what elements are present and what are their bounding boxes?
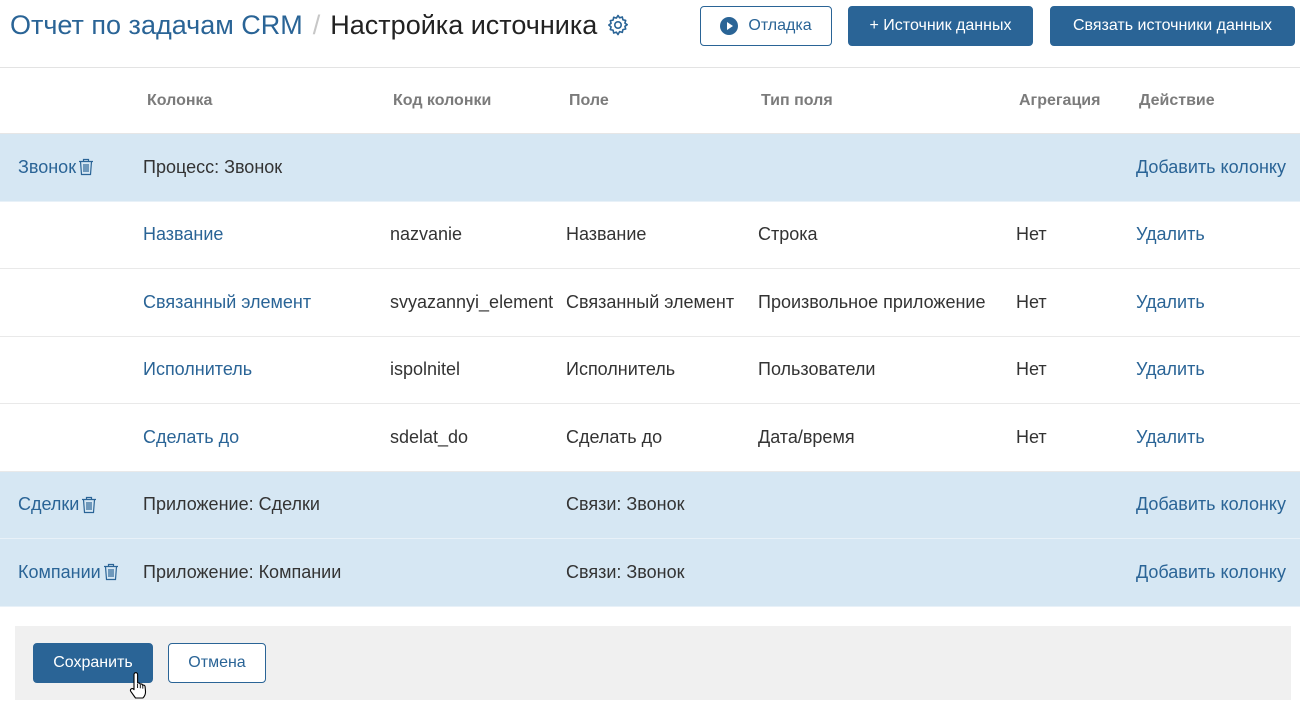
- column-name-link[interactable]: Связанный элемент: [143, 269, 311, 336]
- column-field-type: Дата/время: [758, 426, 855, 447]
- column-code: ispolnitel: [390, 359, 461, 380]
- group-description: Приложение: Сделки: [143, 494, 320, 515]
- table-header: Колонка Код колонки Поле Тип поля Агрега…: [0, 68, 1300, 134]
- column-aggregation: Нет: [1016, 224, 1047, 245]
- add-column-link[interactable]: Добавить колонку: [1136, 539, 1286, 606]
- page-title: Настройка источника: [330, 10, 598, 40]
- breadcrumb-separator: /: [312, 10, 321, 40]
- column-field-type: Пользователи: [758, 359, 876, 380]
- column-header-action: Действие: [1139, 92, 1215, 109]
- debug-button[interactable]: Отладка: [700, 6, 832, 46]
- column-field-type: Произвольное приложение: [758, 291, 986, 312]
- delete-column-link[interactable]: Удалить: [1136, 202, 1205, 269]
- delete-column-link[interactable]: Удалить: [1136, 269, 1205, 336]
- column-code: sdelat_do: [390, 426, 469, 447]
- group-field: Связи: Звонок: [566, 561, 685, 582]
- save-button-label: Сохранить: [53, 654, 133, 671]
- add-column-link[interactable]: Добавить колонку: [1136, 134, 1286, 201]
- delete-column-link[interactable]: Удалить: [1136, 337, 1205, 404]
- table-row: Связанный элемент svyazannyi_element Свя…: [0, 269, 1300, 337]
- debug-button-label: Отладка: [748, 17, 812, 34]
- breadcrumb-root-link[interactable]: Отчет по задачам CRM: [10, 8, 303, 42]
- column-header-column: Колонка: [147, 92, 213, 109]
- group-field: Связи: Звонок: [566, 494, 685, 515]
- play-icon: [720, 17, 739, 35]
- trash-icon[interactable]: [103, 563, 119, 581]
- column-field-type: Строка: [758, 224, 818, 245]
- gear-icon[interactable]: [606, 13, 630, 37]
- link-data-sources-label: Связать источники данных: [1072, 17, 1273, 34]
- trash-icon[interactable]: [81, 496, 97, 514]
- group-name-link[interactable]: Компании: [18, 562, 101, 583]
- table-row: Название nazvanie Название Строка Нет Уд…: [0, 202, 1300, 269]
- cancel-button-label: Отмена: [188, 654, 246, 671]
- column-name-link[interactable]: Исполнитель: [143, 337, 252, 404]
- column-code: svyazannyi_element: [390, 291, 554, 312]
- group-description: Процесс: Звонок: [143, 156, 283, 177]
- column-field: Название: [566, 224, 647, 245]
- table-row: Исполнитель ispolnitel Исполнитель Польз…: [0, 337, 1300, 404]
- group-row-sdelki: Сделки Приложение: Сделки Связи: Звонок …: [0, 471, 1300, 539]
- column-header-field: Поле: [569, 92, 609, 109]
- add-column-link[interactable]: Добавить колонку: [1136, 472, 1286, 539]
- add-data-source-label: + Источник данных: [869, 17, 1012, 34]
- group-name-cell: Звонок: [18, 134, 94, 201]
- column-header-aggregation: Агрегация: [1019, 92, 1101, 109]
- column-aggregation: Нет: [1016, 291, 1047, 312]
- column-name-link[interactable]: Название: [143, 202, 223, 269]
- page-header: Отчет по задачам CRM / Настройка источни…: [0, 0, 1300, 68]
- form-footer: Сохранить Отмена: [15, 626, 1291, 700]
- column-aggregation: Нет: [1016, 426, 1047, 447]
- delete-column-link[interactable]: Удалить: [1136, 404, 1205, 471]
- group-description: Приложение: Компании: [143, 561, 342, 582]
- group-name-link[interactable]: Звонок: [18, 157, 76, 178]
- column-name-link[interactable]: Сделать до: [143, 404, 239, 471]
- column-field: Связанный элемент: [566, 291, 735, 312]
- column-field: Исполнитель: [566, 359, 676, 380]
- group-name-cell: Компании: [18, 539, 119, 606]
- table-row: Сделать до sdelat_do Сделать до Дата/вре…: [0, 404, 1300, 472]
- source-columns-table: Колонка Код колонки Поле Тип поля Агрега…: [0, 68, 1300, 607]
- group-name-cell: Сделки: [18, 472, 97, 539]
- hand-cursor-icon: [128, 672, 148, 700]
- column-aggregation: Нет: [1016, 359, 1047, 380]
- group-row-kompanii: Компании Приложение: Компании Связи: Зво…: [0, 539, 1300, 607]
- column-field: Сделать до: [566, 426, 663, 447]
- link-data-sources-button[interactable]: Связать источники данных: [1050, 6, 1295, 46]
- column-code: nazvanie: [390, 224, 463, 245]
- cancel-button[interactable]: Отмена: [168, 643, 266, 683]
- add-data-source-button[interactable]: + Источник данных: [848, 6, 1033, 46]
- column-header-field-type: Тип поля: [761, 92, 833, 109]
- trash-icon[interactable]: [78, 158, 94, 176]
- group-row-zvonok: Звонок Процесс: Звонок Добавить колонку: [0, 134, 1300, 202]
- column-header-code: Код колонки: [393, 92, 492, 109]
- breadcrumb: Отчет по задачам CRM / Настройка источни…: [10, 8, 630, 42]
- group-name-link[interactable]: Сделки: [18, 494, 79, 515]
